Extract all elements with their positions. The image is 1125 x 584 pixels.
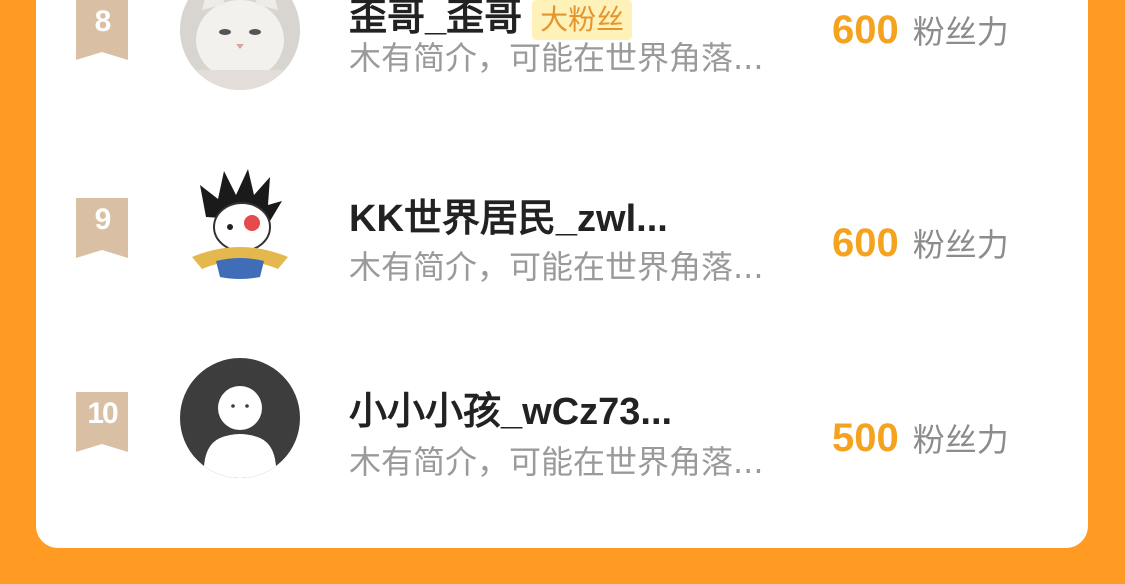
leaderboard-row[interactable]: 10 小小小孩_wCz73... 木有简介，可能在世界角落... 500 粉丝力 bbox=[36, 350, 1088, 490]
fan-score-value: 600 bbox=[832, 221, 899, 265]
user-name-row: 小小小孩_wCz73... bbox=[349, 390, 672, 434]
fan-score-unit: 粉丝力 bbox=[912, 226, 1009, 264]
fan-level-badge: 大粉丝 bbox=[532, 0, 633, 40]
avatar[interactable] bbox=[180, 0, 300, 90]
rank-tag: 8 bbox=[76, 0, 128, 60]
rank-number: 9 bbox=[94, 203, 112, 236]
user-name-row: 歪哥_歪哥 大粉丝 bbox=[349, 0, 633, 40]
user-name[interactable]: 歪哥_歪哥 bbox=[349, 0, 522, 39]
leaderboard-card: 8 歪哥_歪哥 大粉丝 木有简介，可能在世界角落... 600 粉丝力 9 KK… bbox=[36, 0, 1088, 548]
user-intro: 木有简介，可能在世界角落... bbox=[349, 443, 764, 481]
user-name[interactable]: 小小小孩_wCz73... bbox=[349, 391, 672, 433]
fan-score-unit: 粉丝力 bbox=[912, 421, 1009, 459]
fan-score-unit: 粉丝力 bbox=[912, 13, 1009, 51]
rank-tag: 10 bbox=[76, 392, 128, 452]
default-user-avatar-icon bbox=[180, 358, 300, 478]
rank-number: 8 bbox=[94, 5, 112, 38]
fan-score-value: 600 bbox=[832, 8, 899, 52]
fan-score-value: 500 bbox=[832, 416, 899, 460]
rank-number: 10 bbox=[87, 397, 118, 430]
avatar[interactable] bbox=[180, 165, 300, 285]
rank-tag: 9 bbox=[76, 198, 128, 258]
user-intro: 木有简介，可能在世界角落... bbox=[349, 248, 764, 286]
leaderboard-row[interactable]: 9 KK世界居民_zwl... 木有简介，可能在世界角落... 600 粉丝力 bbox=[36, 155, 1088, 295]
user-name-row: KK世界居民_zwl... bbox=[349, 197, 668, 241]
leaderboard-row[interactable]: 8 歪哥_歪哥 大粉丝 木有简介，可能在世界角落... 600 粉丝力 bbox=[36, 0, 1088, 100]
cat-avatar-icon bbox=[180, 0, 300, 90]
avatar[interactable] bbox=[180, 358, 300, 478]
fan-score: 500 粉丝力 bbox=[832, 416, 1009, 468]
user-intro: 木有简介，可能在世界角落... bbox=[349, 39, 764, 77]
cartoon-avatar-icon bbox=[180, 165, 300, 285]
user-name[interactable]: KK世界居民_zwl... bbox=[349, 198, 668, 240]
fan-score: 600 粉丝力 bbox=[832, 8, 1009, 60]
fan-score: 600 粉丝力 bbox=[832, 221, 1009, 273]
